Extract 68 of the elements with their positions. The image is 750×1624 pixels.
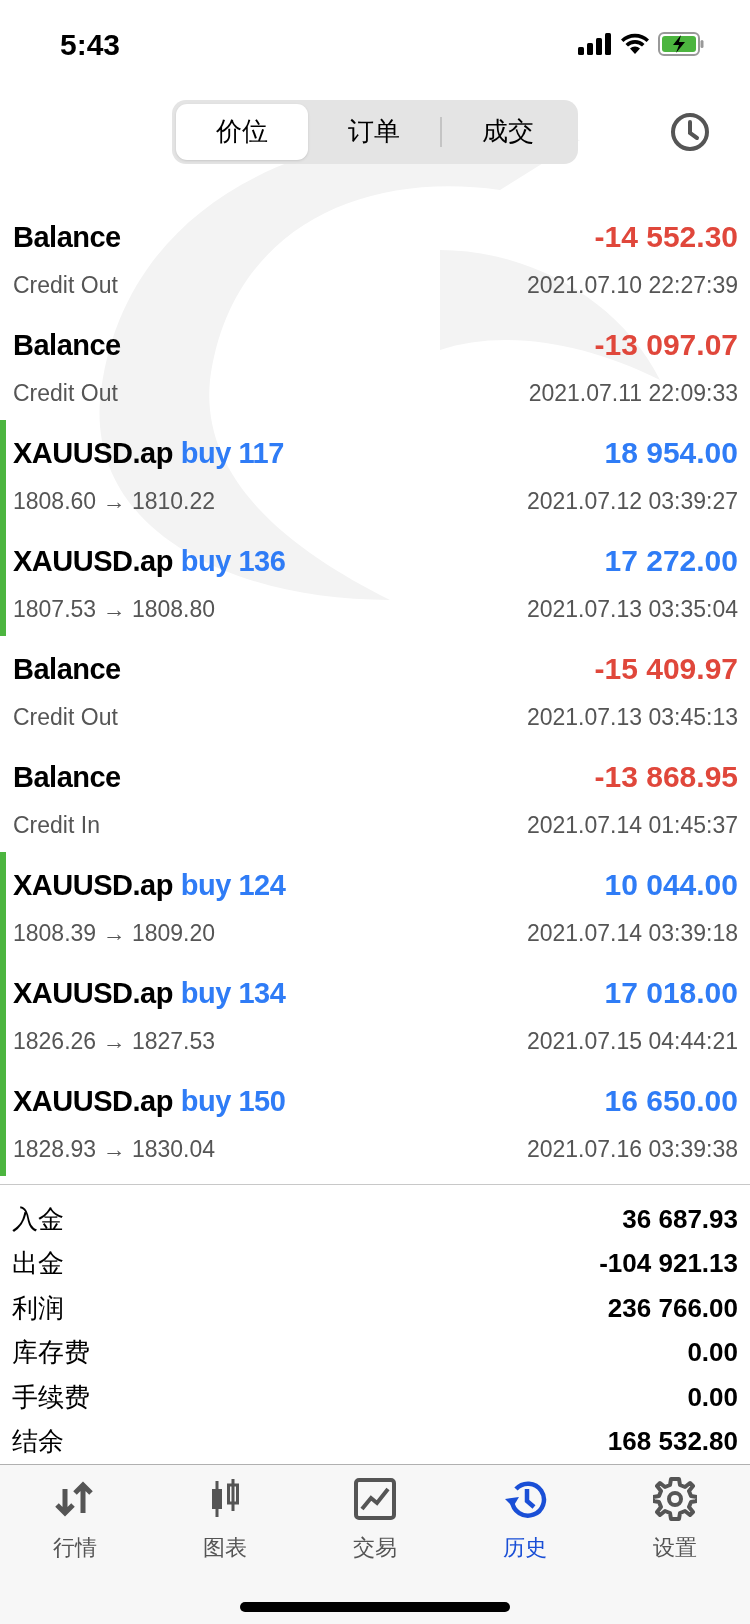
- signal-icon: [578, 33, 612, 55]
- row-amount: 10 044.00: [604, 867, 738, 903]
- row-title: Balance: [13, 220, 121, 255]
- tab-bar-item[interactable]: 图表: [150, 1477, 300, 1564]
- row-time: 2021.07.12 03:39:27: [526, 486, 738, 516]
- row-time: 2021.07.11 22:09:33: [528, 378, 738, 408]
- row-subtitle: Credit In: [13, 810, 100, 840]
- segment-tab[interactable]: 成交: [442, 103, 574, 160]
- row-title: Balance: [13, 760, 121, 795]
- row-time: 2021.07.14 03:39:18: [526, 918, 738, 948]
- clock-icon[interactable]: [670, 112, 710, 152]
- row-title: XAUUSD.ap: [13, 1084, 173, 1119]
- segment-tab[interactable]: 价位: [176, 103, 308, 160]
- row-amount: -15 409.97: [594, 651, 738, 687]
- summary-value: 36 687.93: [622, 1202, 738, 1236]
- battery-icon: [658, 32, 704, 56]
- row-subtitle: Credit Out: [13, 378, 118, 408]
- row-amount: 18 954.00: [604, 435, 738, 471]
- row-time: 2021.07.14 01:45:37: [526, 810, 738, 840]
- trade-action: buy 117: [180, 436, 284, 471]
- tab-bar-item[interactable]: 交易: [300, 1477, 450, 1564]
- tab-bar-item[interactable]: 设置: [600, 1477, 750, 1564]
- trade-action: buy 150: [180, 1084, 286, 1119]
- row-title: XAUUSD.ap: [13, 436, 173, 471]
- row-amount: -14 552.30: [594, 219, 738, 255]
- row-title: XAUUSD.ap: [13, 868, 173, 903]
- row-subtitle: Credit Out: [13, 270, 118, 300]
- row-subtitle: 1808.39 → 1809.20: [13, 918, 216, 948]
- row-subtitle: 1826.26 → 1827.53: [13, 1026, 216, 1056]
- row-amount: 17 272.00: [604, 543, 738, 579]
- summary-value: -104 921.13: [599, 1247, 738, 1281]
- summary-value: 236 766.00: [607, 1291, 738, 1325]
- trade-action: buy 134: [180, 976, 286, 1011]
- row-title: Balance: [13, 652, 121, 687]
- summary-label: 库存费: [12, 1336, 90, 1370]
- row-time: 2021.07.16 03:39:38: [526, 1134, 738, 1164]
- summary-label: 结余: [12, 1425, 64, 1459]
- row-time: 2021.07.15 04:44:21: [526, 1026, 738, 1056]
- row-time: 2021.07.13 03:45:13: [526, 702, 738, 732]
- summary-label: 出金: [12, 1247, 64, 1281]
- row-subtitle: Credit Out: [13, 702, 118, 732]
- settings-icon: [653, 1477, 697, 1521]
- summary-label: 入金: [12, 1202, 64, 1236]
- row-title: XAUUSD.ap: [13, 544, 173, 579]
- row-title: Balance: [13, 328, 121, 363]
- summary-value: 0.00: [687, 1336, 738, 1370]
- tab-bar-item[interactable]: 历史: [450, 1477, 600, 1564]
- wifi-icon: [620, 33, 650, 55]
- row-amount: -13 868.95: [594, 759, 738, 795]
- trade-action: buy 136: [180, 544, 286, 579]
- row-amount: -13 097.07: [594, 327, 738, 363]
- line-chart-icon: [353, 1477, 397, 1521]
- summary-label: 利润: [12, 1291, 64, 1325]
- summary-value: 168 532.80: [607, 1425, 738, 1459]
- row-amount: 17 018.00: [604, 975, 738, 1011]
- row-time: 2021.07.13 03:35:04: [526, 594, 738, 624]
- summary-value: 0.00: [687, 1380, 738, 1414]
- row-amount: 16 650.00: [604, 1083, 738, 1119]
- row-title: XAUUSD.ap: [13, 976, 173, 1011]
- status-time: 5:43: [60, 26, 121, 63]
- row-time: 2021.07.10 22:27:39: [526, 270, 738, 300]
- segment-tab[interactable]: 订单: [308, 103, 440, 160]
- tab-bar-item[interactable]: 行情: [0, 1477, 150, 1564]
- trade-action: buy 124: [180, 868, 286, 903]
- row-subtitle: 1807.53 → 1808.80: [13, 594, 216, 624]
- row-subtitle: 1828.93 → 1830.04: [13, 1134, 216, 1164]
- summary-label: 手续费: [12, 1380, 90, 1414]
- row-subtitle: 1808.60 → 1810.22: [13, 486, 216, 516]
